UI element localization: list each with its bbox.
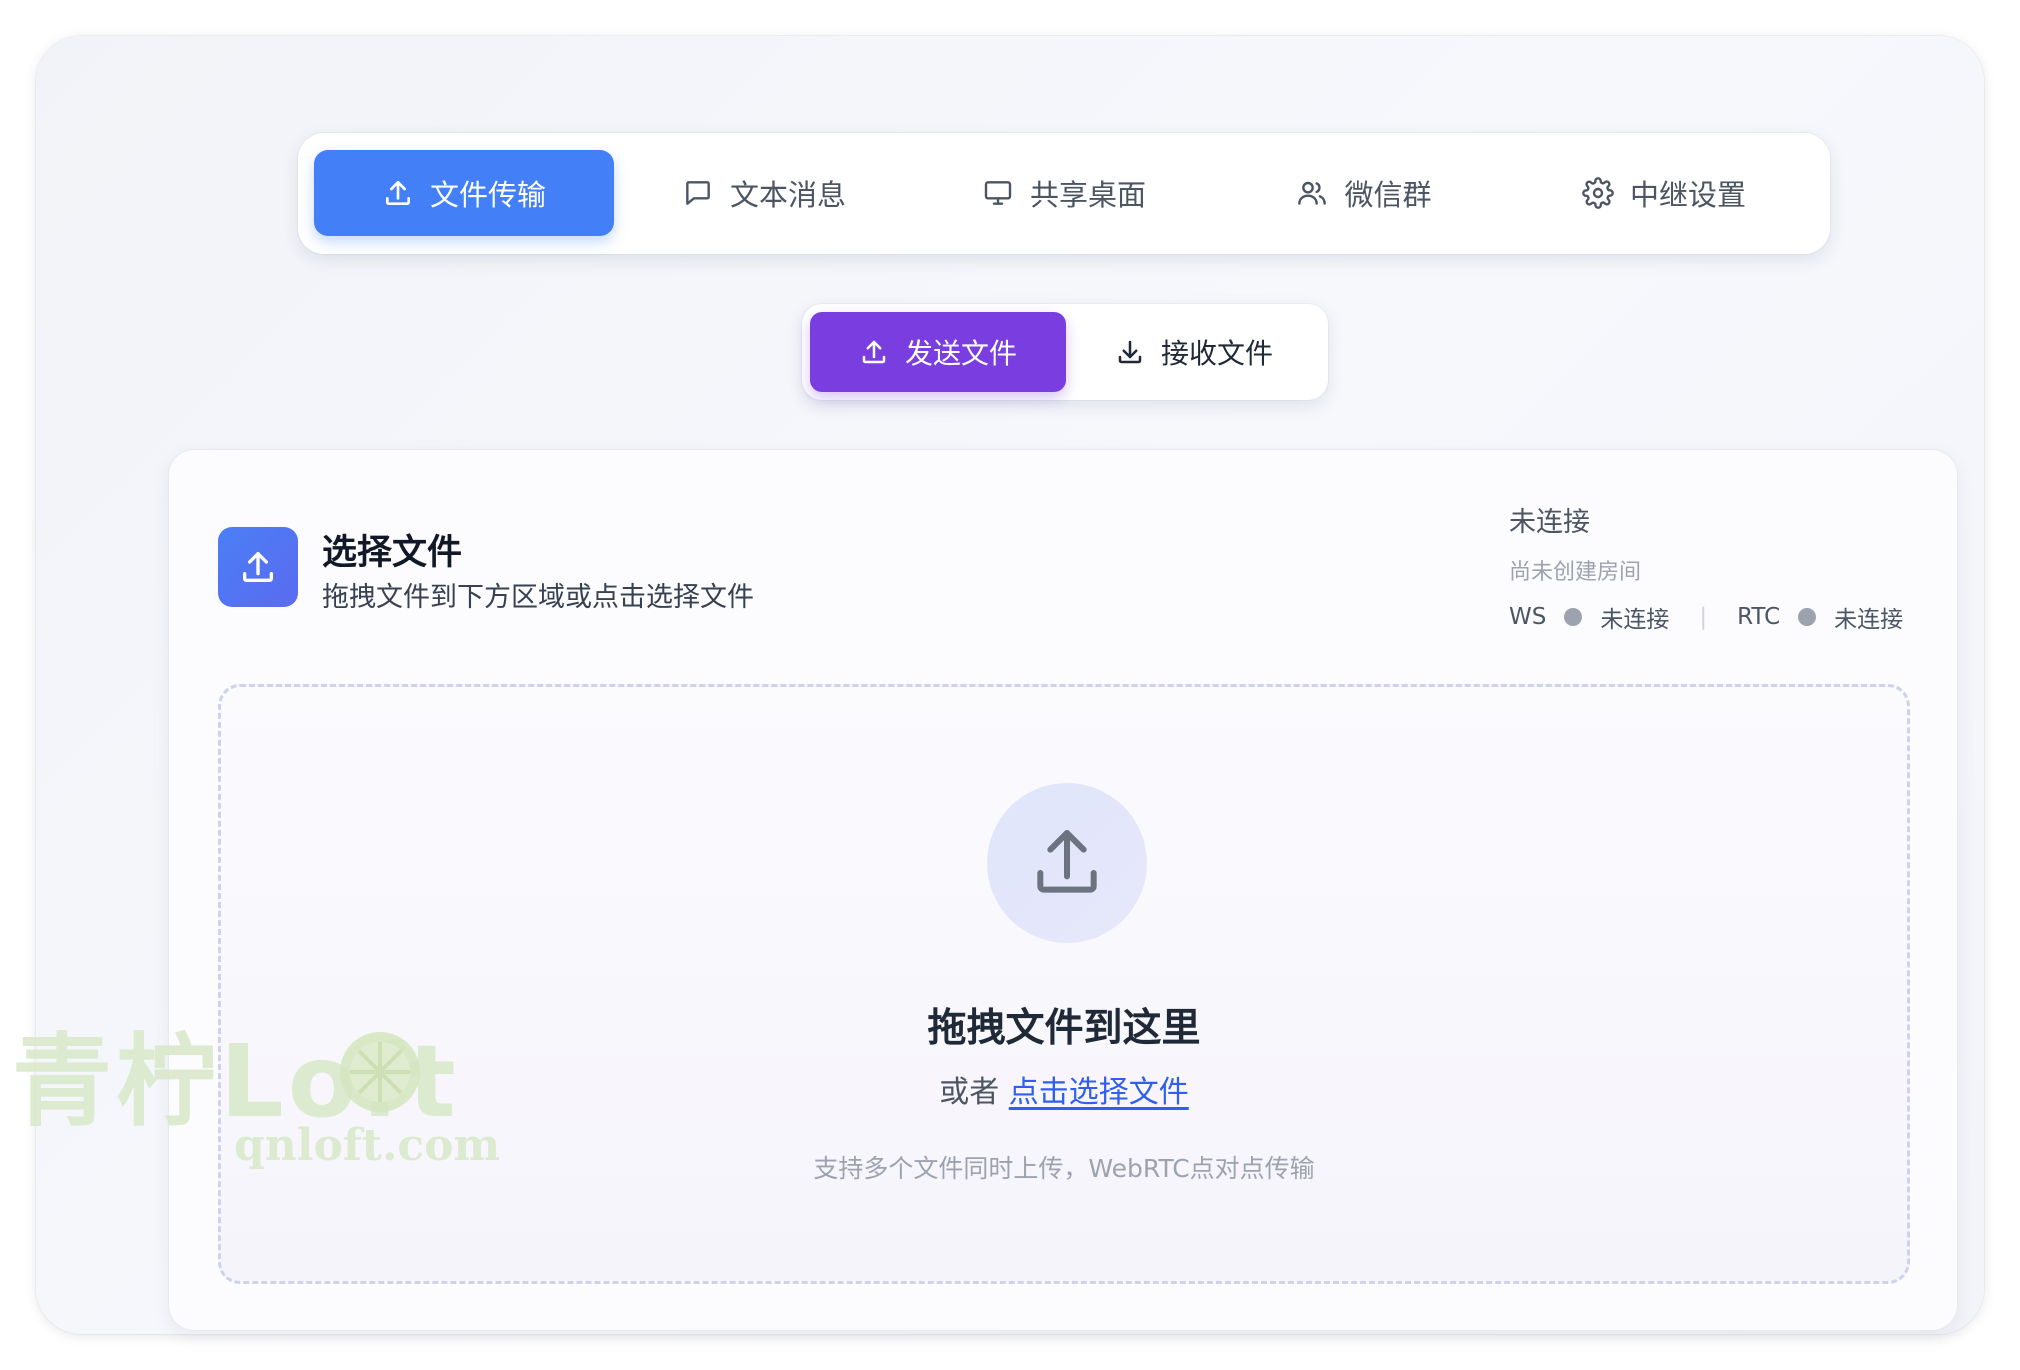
tab-label: 共享桌面 — [1029, 178, 1146, 212]
tab-text-message[interactable]: 文本消息 — [614, 150, 914, 236]
room-status-text: 尚未创建房间 — [1509, 560, 1642, 585]
rtc-label: RTC — [1737, 604, 1781, 630]
tab-label: 微信群 — [1344, 178, 1432, 212]
ws-status: 未连接 — [1600, 607, 1670, 633]
download-icon — [1118, 340, 1142, 364]
upload-icon — [243, 552, 273, 582]
transfer-mode-toggle: 发送文件 接收文件 — [802, 304, 1328, 400]
send-file-button[interactable]: 发送文件 — [810, 312, 1066, 392]
rtc-status-dot — [1798, 608, 1817, 626]
watermark-logo: 青柠Loft qnloft.com — [12, 970, 512, 1180]
rtc-status: 未连接 — [1834, 607, 1904, 633]
connection-status-text: 未连接 — [1509, 507, 1590, 538]
upload-icon — [385, 181, 410, 205]
message-icon — [686, 181, 710, 205]
ws-label: WS — [1509, 604, 1547, 630]
main-nav: 文件传输 文本消息 共享桌面 微信群 中继设置 — [298, 133, 1830, 254]
tab-relay-settings[interactable]: 中继设置 — [1514, 150, 1814, 236]
file-select-card: 选择文件 拖拽文件到下方区域或点击选择文件 未连接 尚未创建房间 WS 未连接 … — [168, 449, 1958, 1331]
tab-share-desktop[interactable]: 共享桌面 — [914, 150, 1214, 236]
watermark-domain: qnloft.com — [234, 1120, 501, 1171]
lime-slice-icon — [340, 1032, 420, 1112]
tab-label: 中继设置 — [1629, 178, 1746, 212]
connection-status: 未连接 尚未创建房间 WS 未连接 | RTC 未连接 — [1509, 500, 1929, 650]
select-file-icon-box — [218, 527, 298, 607]
tab-label: 文件传输 — [429, 178, 546, 212]
receive-file-label: 接收文件 — [1160, 337, 1273, 370]
card-subtitle: 拖拽文件到下方区域或点击选择文件 — [322, 582, 754, 613]
monitor-icon — [984, 181, 1012, 205]
choose-file-link[interactable]: 点击选择文件 — [1009, 1075, 1189, 1110]
ws-status-dot — [1564, 608, 1583, 626]
receive-file-button[interactable]: 接收文件 — [1066, 312, 1322, 392]
connection-indicators: WS 未连接 | RTC 未连接 — [1509, 600, 1903, 634]
send-file-label: 发送文件 — [904, 337, 1017, 370]
card-title: 选择文件 — [322, 533, 463, 573]
tab-label: 文本消息 — [729, 178, 846, 212]
upload-circle — [987, 783, 1147, 943]
users-icon — [1298, 181, 1327, 205]
or-text: 或者 — [939, 1075, 1000, 1110]
gear-icon — [1582, 177, 1614, 209]
tab-wechat-group[interactable]: 微信群 — [1214, 150, 1514, 236]
upload-icon — [1037, 830, 1097, 893]
upload-icon — [862, 340, 886, 364]
status-separator: | — [1699, 604, 1708, 630]
tab-file-transfer[interactable]: 文件传输 — [314, 150, 614, 236]
